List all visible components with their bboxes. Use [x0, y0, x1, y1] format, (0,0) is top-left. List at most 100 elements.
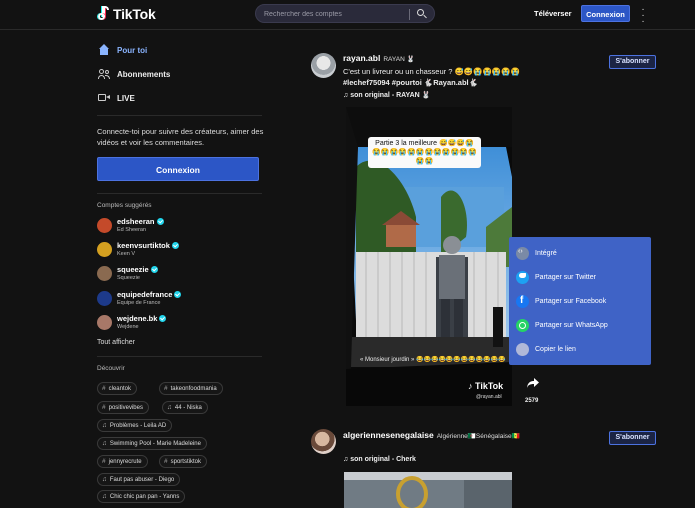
author-display-name: RAYAN 🐰: [383, 56, 415, 63]
tiktok-logo-icon: [98, 6, 110, 22]
share-copy-link[interactable]: Copier le lien: [516, 343, 576, 356]
nav-live[interactable]: LIVE: [98, 92, 135, 104]
share-facebook-label: Partager sur Facebook: [535, 298, 607, 305]
watermark-text: TikTok: [475, 381, 504, 391]
share-menu: ‹› Intégré Partager sur Twitter f Partag…: [509, 237, 651, 365]
vertical-dots-icon[interactable]: · · ·: [640, 5, 646, 27]
avatar: [97, 241, 112, 257]
music-title: son original - Cherk: [350, 456, 416, 463]
account-username: squeezie: [117, 265, 149, 274]
account-display-name: Squeezie: [117, 275, 140, 281]
post-author[interactable]: rayan.abl RAYAN 🐰: [343, 53, 415, 63]
nav-following-label: Abonnements: [117, 69, 171, 79]
facebook-icon: f: [516, 295, 529, 308]
tag-label: Problèmes - Leila AD: [109, 423, 167, 429]
suggested-account[interactable]: edsheeran Ed Sheeran: [97, 217, 164, 233]
top-header: TikTok Téléverser Connexion ···: [0, 0, 695, 30]
share-embed[interactable]: ‹› Intégré: [516, 247, 557, 260]
discover-tag[interactable]: # sportstiktok: [159, 455, 207, 468]
verified-icon: [174, 291, 182, 298]
upload-link[interactable]: Téléverser: [534, 9, 572, 18]
discover-tag[interactable]: ♫ 44 - Niska: [162, 401, 208, 414]
discover-tag[interactable]: ♫ Faut pas abuser - Diego: [97, 473, 181, 486]
nav-for-you[interactable]: Pour toi: [98, 44, 147, 56]
suggested-account[interactable]: equipedefrance Equipe de France: [97, 290, 182, 306]
discover-tag[interactable]: ♫ Chic chic pan pan - Yanns: [97, 490, 186, 503]
nav-for-you-label: Pour toi: [117, 45, 148, 55]
video-player[interactable]: [344, 472, 512, 508]
search-bar: [255, 4, 435, 23]
tiktok-watermark: ♪ TikTok: [468, 381, 503, 391]
suggested-account[interactable]: squeezie Squeezie: [97, 265, 158, 281]
caption-hashtags[interactable]: #lechef75094 #pourtoi 🐇Rayan.abl🐇: [343, 77, 593, 88]
tag-label: Swimming Pool - Marie Madeleine: [109, 441, 201, 447]
video-subtitle: « Monsieur jourdin » 😂😂😂😂😂😂😂😂😂😂😂😂: [360, 357, 506, 363]
share-twitter-label: Partager sur Twitter: [535, 274, 596, 281]
music-note-icon: ♫: [102, 476, 107, 483]
discover-tag[interactable]: # jennyrecrute: [97, 455, 148, 468]
sidebar-divider: [97, 356, 262, 357]
discover-tag[interactable]: # cleantok: [97, 382, 137, 395]
account-username: keenvsurtiktok: [117, 241, 170, 250]
watermark-handle: @rayan.abl: [476, 394, 502, 400]
tag-label: sportstiktok: [170, 459, 201, 465]
share-whatsapp-label: Partager sur WhatsApp: [535, 322, 608, 329]
tiktok-logo[interactable]: TikTok: [98, 6, 156, 22]
hashtag-icon: #: [164, 458, 168, 465]
share-facebook[interactable]: f Partager sur Facebook: [516, 295, 606, 308]
music-note-icon: ♫: [102, 440, 107, 447]
video-frame: [344, 472, 512, 508]
subscribe-button[interactable]: S'abonner: [609, 55, 656, 69]
avatar[interactable]: [311, 429, 336, 454]
search-input[interactable]: [264, 8, 409, 20]
verified-icon: [150, 266, 158, 273]
suggested-account[interactable]: wejdene.bk Wejdene: [97, 314, 167, 330]
search-icon[interactable]: [414, 7, 430, 21]
header-login-button[interactable]: Connexion: [581, 5, 630, 22]
share-copy-link-label: Copier le lien: [535, 346, 576, 353]
share-icon[interactable]: [527, 378, 539, 388]
whatsapp-icon: [516, 319, 529, 332]
avatar: [97, 265, 112, 281]
music-note-icon: ♫: [167, 404, 172, 411]
account-display-name: Keen V: [117, 251, 136, 257]
discover-tag[interactable]: ♫ Swimming Pool - Marie Madeleine: [97, 437, 207, 450]
twitter-icon: [516, 271, 529, 284]
search-divider: [409, 9, 410, 20]
post-music[interactable]: ♫ son original - RAYAN 🐰: [343, 91, 430, 99]
tag-label: takeonfoodmania: [170, 386, 217, 392]
hashtag-icon: #: [102, 404, 106, 411]
tag-label: Faut pas abuser - Diego: [109, 477, 175, 483]
author-username: rayan.abl: [343, 53, 381, 63]
account-username: equipedefrance: [117, 290, 173, 299]
share-twitter[interactable]: Partager sur Twitter: [516, 271, 596, 284]
post-author[interactable]: algeriennesenegalaise Algérienne🇩🇿Sénégal…: [343, 430, 520, 440]
home-icon: [98, 44, 110, 56]
link-icon: [516, 343, 529, 356]
share-count: 2579: [525, 398, 539, 404]
suggested-account[interactable]: keenvsurtiktok Keen V: [97, 241, 179, 257]
live-camera-icon: [98, 92, 110, 104]
users-icon: [98, 68, 110, 80]
tag-label: cleantok: [108, 386, 131, 392]
tiktok-logo-icon: ♪: [468, 381, 473, 391]
discover-tag[interactable]: # positivevibes: [97, 401, 149, 414]
share-whatsapp[interactable]: Partager sur WhatsApp: [516, 319, 608, 332]
nav-following[interactable]: Abonnements: [98, 68, 170, 80]
avatar[interactable]: [311, 53, 336, 78]
subscribe-button[interactable]: S'abonner: [609, 431, 656, 445]
sidebar-login-button[interactable]: Connexion: [97, 157, 259, 181]
show-all-link[interactable]: Tout afficher: [97, 339, 135, 346]
discover-tag[interactable]: ♫ Problèmes - Leila AD: [97, 419, 173, 432]
post-music[interactable]: ♫ son original - Cherk: [343, 456, 416, 463]
verified-icon: [159, 315, 167, 322]
author-display-name: Algérienne🇩🇿Sénégalaise🇸🇳: [436, 433, 520, 440]
music-note-icon: ♫: [102, 493, 107, 500]
account-username: wejdene.bk: [117, 314, 158, 323]
discover-tag[interactable]: # takeonfoodmania: [159, 382, 223, 395]
tag-label: jennyrecrute: [108, 459, 142, 465]
suggested-accounts-title: Comptes suggérés: [97, 202, 152, 209]
music-note-icon: ♫: [102, 422, 107, 429]
discover-title: Découvrir: [97, 365, 125, 372]
embed-icon: ‹›: [516, 247, 529, 260]
